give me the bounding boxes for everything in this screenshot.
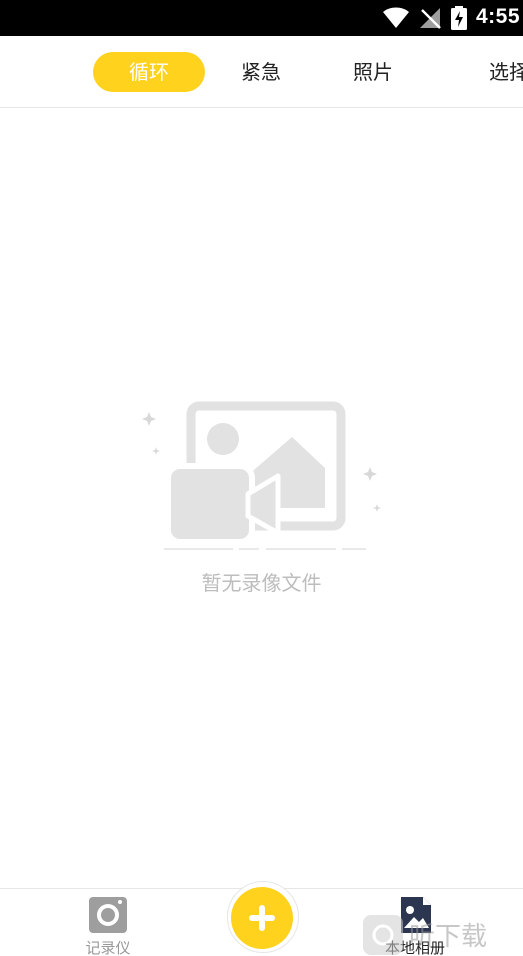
empty-state-message: 暂无录像文件 [201,571,322,595]
camera-icon [89,897,127,933]
tab-loop[interactable]: 循环 [93,52,205,92]
tab-photo[interactable]: 照片 [324,52,422,92]
video-image-placeholder-icon [142,401,381,550]
watermark-text: 听下载 [409,922,488,952]
plus-icon [249,905,275,931]
battery-charging-icon [451,6,467,30]
no-signal-icon [420,8,441,29]
tab-bar: 循环 紧急 照片 选择 [0,36,523,108]
nav-recorder-label: 记录仪 [85,939,131,956]
wifi-icon [383,7,409,28]
app-screen: 4:55 循环 紧急 照片 选择 暂无录像文件 记录仪 本地相册 听下载 [0,0,523,956]
tab-select[interactable]: 选择 [464,52,523,92]
nav-recorder[interactable]: 记录仪 [58,895,158,956]
add-button[interactable] [231,887,293,949]
watermark: 听下载 [362,914,523,956]
status-bar: 4:55 [0,0,523,36]
tab-emergency[interactable]: 紧急 [212,52,310,92]
watermark-logo-icon [363,915,403,955]
status-time: 4:55 [475,5,520,28]
